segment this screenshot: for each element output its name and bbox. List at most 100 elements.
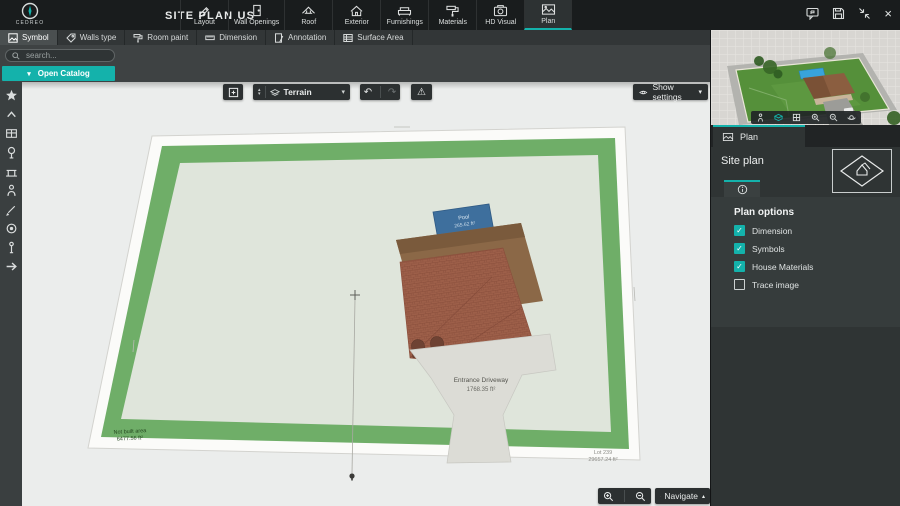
tree-icon[interactable] bbox=[5, 146, 18, 159]
furniture-cabinet-icon[interactable] bbox=[5, 127, 18, 140]
navigate-button[interactable]: Navigate ▴ bbox=[655, 488, 710, 504]
fit-view-icon bbox=[228, 87, 239, 98]
person-icon[interactable] bbox=[5, 184, 18, 197]
driveway-area: 1768.35 ft² bbox=[467, 387, 496, 393]
right-panel: Plan Site plan Plan options ✓ Dimension … bbox=[710, 30, 900, 506]
tool-walls-type[interactable]: Walls type bbox=[58, 30, 126, 45]
plan-options-section: Plan options ✓ Dimension ✓ Symbols ✓ Hou… bbox=[711, 197, 900, 327]
fit-view-button[interactable] bbox=[223, 84, 243, 100]
compass-icon[interactable] bbox=[5, 222, 18, 235]
search-input[interactable] bbox=[24, 50, 108, 61]
floor-selector[interactable]: ▴▾ Terrain ▾ bbox=[253, 84, 350, 100]
chevron-up-icon: ▴ bbox=[702, 493, 705, 500]
isometric-plan-icon bbox=[839, 154, 885, 188]
tab-materials[interactable]: Materials bbox=[428, 0, 476, 30]
tab-hd-visual[interactable]: HD Visual bbox=[476, 0, 524, 30]
checkbox[interactable] bbox=[734, 279, 745, 290]
fence-icon[interactable] bbox=[5, 165, 18, 178]
undo-redo-group: ↶ ↷ bbox=[360, 84, 400, 100]
plan-options-list: ✓ Dimension ✓ Symbols ✓ House Materials … bbox=[734, 225, 813, 290]
lot-area: 29657.24 ft² bbox=[588, 457, 618, 463]
symbol-sidebar bbox=[0, 82, 22, 506]
tool-symbol[interactable]: Symbol bbox=[0, 30, 58, 45]
tool-room-paint[interactable]: Room paint bbox=[125, 30, 197, 45]
zoom-in-icon[interactable] bbox=[603, 491, 614, 502]
site-plan-thumbnail[interactable] bbox=[832, 149, 892, 193]
tab-wall-openings[interactable]: Wall Openings bbox=[228, 0, 284, 30]
zoom-out-icon[interactable] bbox=[829, 113, 838, 122]
tool-label: Dimension bbox=[219, 33, 257, 42]
tab-exterior[interactable]: Exterior bbox=[332, 0, 380, 30]
tool-label: Surface Area bbox=[357, 33, 403, 42]
warning-button[interactable]: ⚠ bbox=[411, 84, 432, 100]
right-panel-tabs: Plan bbox=[711, 125, 900, 147]
redo-button[interactable]: ↷ bbox=[388, 87, 396, 98]
orbit-icon[interactable] bbox=[847, 113, 856, 122]
aerial-view-icon[interactable] bbox=[774, 113, 783, 122]
info-subtab[interactable] bbox=[724, 180, 760, 197]
tool-dimension[interactable]: Dimension bbox=[197, 30, 266, 45]
show-settings-label: Show settings bbox=[653, 82, 694, 102]
plan-view-icon[interactable] bbox=[792, 113, 801, 122]
door-icon bbox=[249, 4, 264, 17]
pencil-icon bbox=[197, 4, 212, 17]
eye-icon bbox=[639, 88, 648, 97]
floor-spinner[interactable]: ▴▾ bbox=[258, 88, 261, 96]
close-icon[interactable]: × bbox=[884, 7, 892, 20]
checkbox[interactable]: ✓ bbox=[734, 243, 745, 254]
feedback-icon[interactable] bbox=[806, 7, 819, 20]
checkbox[interactable]: ✓ bbox=[734, 261, 745, 272]
tool-annotation[interactable]: Annotation bbox=[266, 30, 335, 45]
tab-label: Plan bbox=[541, 18, 555, 25]
panel-title: Site plan bbox=[721, 155, 764, 167]
tab-roof[interactable]: Roof bbox=[284, 0, 332, 30]
zoom-in-icon[interactable] bbox=[811, 113, 820, 122]
search-icon bbox=[12, 52, 20, 60]
lot-label: Lot 239 bbox=[594, 450, 612, 456]
tab-label: Furnishings bbox=[387, 19, 423, 26]
cedreo-logo-icon bbox=[21, 2, 39, 20]
tool-surface-area[interactable]: Surface Area bbox=[335, 30, 412, 45]
undo-button[interactable]: ↶ bbox=[364, 87, 372, 98]
tab-label: Layout bbox=[194, 19, 215, 26]
tab-label: HD Visual bbox=[485, 19, 516, 26]
tab-furnishings[interactable]: Furnishings bbox=[380, 0, 428, 30]
3d-preview[interactable] bbox=[711, 30, 900, 125]
tool-label: Walls type bbox=[80, 33, 117, 42]
walkthrough-icon[interactable] bbox=[756, 113, 765, 122]
exit-fullscreen-icon[interactable] bbox=[858, 7, 871, 20]
pen-icon[interactable] bbox=[5, 203, 18, 216]
tab-label: Wall Openings bbox=[234, 19, 279, 26]
option-symbols[interactable]: ✓ Symbols bbox=[734, 243, 813, 254]
image-icon bbox=[8, 33, 18, 43]
tool-tab-bar: Symbol Walls type Room paint Dimension A… bbox=[0, 30, 710, 45]
option-label: Dimension bbox=[752, 226, 792, 236]
option-trace-image[interactable]: Trace image bbox=[734, 279, 813, 290]
main-tab-bar: Layout Wall Openings Roof Exterior Furni… bbox=[180, 0, 572, 30]
grid-icon bbox=[343, 33, 353, 43]
map-icon bbox=[541, 3, 556, 16]
paint-roller-icon bbox=[445, 4, 460, 17]
floor-name: Terrain bbox=[284, 87, 312, 97]
checkbox[interactable]: ✓ bbox=[734, 225, 745, 236]
save-icon[interactable] bbox=[832, 7, 845, 20]
tag-icon bbox=[66, 33, 76, 43]
option-dimension[interactable]: ✓ Dimension bbox=[734, 225, 813, 236]
option-house-materials[interactable]: ✓ House Materials bbox=[734, 261, 813, 272]
zoom-out-icon[interactable] bbox=[635, 491, 646, 502]
plan-panel-tab[interactable]: Plan bbox=[713, 125, 805, 147]
tab-layout[interactable]: Layout bbox=[180, 0, 228, 30]
tool-label: Room paint bbox=[147, 33, 188, 42]
right-panel-content: Site plan Plan options ✓ Dimension ✓ Sym… bbox=[711, 147, 900, 506]
favorites-star-icon[interactable] bbox=[5, 89, 18, 102]
open-catalog-button[interactable]: ▾ Open Catalog bbox=[2, 66, 115, 81]
collapse-chevron-icon[interactable] bbox=[5, 108, 18, 121]
sofa-icon bbox=[397, 4, 412, 17]
preview-toolbar bbox=[751, 111, 861, 124]
info-icon bbox=[737, 184, 748, 195]
tab-plan[interactable]: Plan bbox=[524, 0, 572, 30]
plan-canvas[interactable]: Pool 265.62 ft² Terrace 1394.00 ft² Entr… bbox=[22, 82, 710, 506]
arrow-right-icon[interactable] bbox=[5, 260, 18, 273]
street-lamp-icon[interactable] bbox=[5, 241, 18, 254]
show-settings-button[interactable]: Show settings ▾ bbox=[633, 84, 708, 100]
